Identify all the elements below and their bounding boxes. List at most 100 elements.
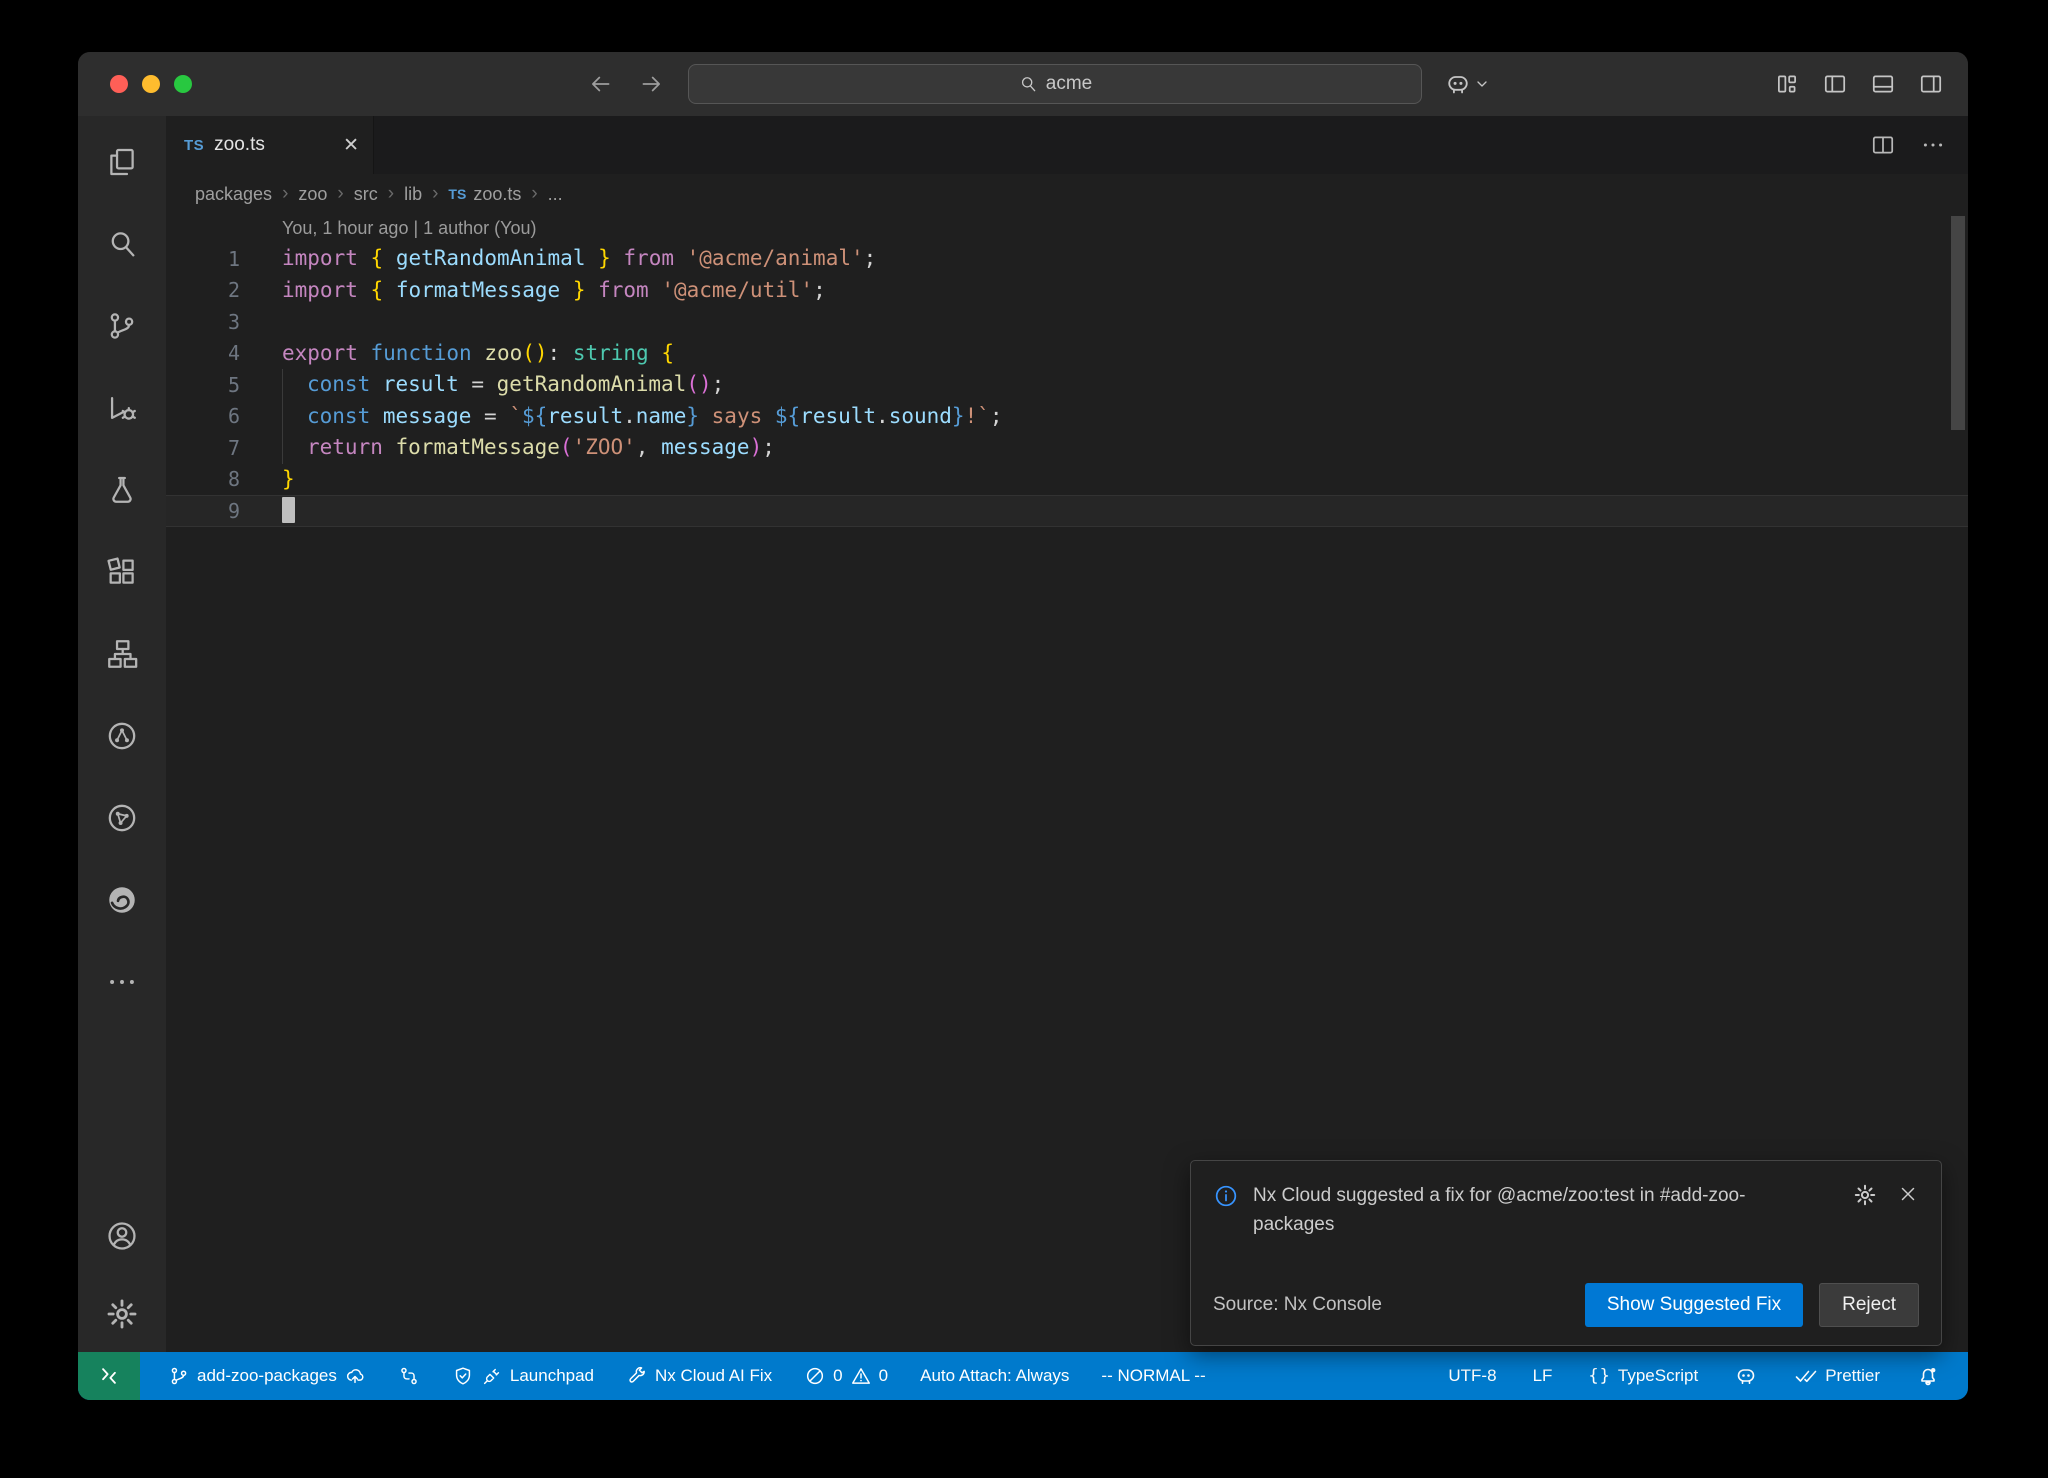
back-icon[interactable] (588, 71, 614, 97)
more-actions-icon[interactable] (1920, 132, 1946, 158)
extensions-icon (105, 555, 139, 589)
editor-line-3[interactable]: 3 (166, 306, 1968, 338)
layout-customize-icon[interactable] (1774, 71, 1800, 97)
nx-cloud-fix-item[interactable]: Nx Cloud AI Fix (622, 1352, 776, 1400)
forward-icon[interactable] (638, 71, 664, 97)
copilot-icon (1444, 70, 1472, 98)
activity-item-nx-cloud[interactable] (98, 794, 146, 842)
code-text (282, 495, 295, 527)
activity-item-more[interactable] (98, 958, 146, 1006)
tab-zoo-ts[interactable]: TS zoo.ts ✕ (166, 116, 374, 174)
indent-guide (282, 369, 307, 401)
language-mode-item[interactable]: {} TypeScript (1584, 1352, 1702, 1400)
activity-item-edge-tools[interactable] (98, 876, 146, 924)
traffic-lights (110, 75, 192, 93)
activity-item-explorer[interactable] (98, 138, 146, 186)
breadcrumb-separator: › (432, 183, 438, 205)
sidebar-right-icon[interactable] (1918, 71, 1944, 97)
more-icon (105, 965, 139, 999)
launchpad-item[interactable]: Launchpad (448, 1352, 598, 1400)
close-window-button[interactable] (110, 75, 128, 93)
code-text: export function zoo(): string { (282, 338, 674, 370)
editor-line-9[interactable]: 9 (166, 495, 1968, 527)
activity-item-nx-console[interactable] (98, 712, 146, 760)
error-icon (804, 1365, 826, 1387)
activity-item-settings[interactable] (98, 1290, 146, 1338)
editor-line-4[interactable]: 4 export function zoo(): string { (166, 338, 1968, 370)
editor-line-1[interactable]: 1import { getRandomAnimal } from '@acme/… (166, 243, 1968, 275)
editor-line-2[interactable]: 2import { formatMessage } from '@acme/ut… (166, 275, 1968, 307)
show-suggested-fix-button[interactable]: Show Suggested Fix (1585, 1283, 1803, 1327)
toast-source: Source: Nx Console (1213, 1294, 1382, 1316)
activity-item-extensions[interactable] (98, 548, 146, 596)
code-text: const message = `${result.name} says ${r… (282, 401, 1003, 433)
testing-icon (105, 473, 139, 507)
problems-item[interactable]: 0 0 (800, 1352, 892, 1400)
search-icon (105, 227, 139, 261)
split-editor-icon[interactable] (1870, 132, 1896, 158)
close-icon[interactable] (1897, 1183, 1919, 1205)
line-number: 6 (166, 404, 240, 428)
line-number: 4 (166, 341, 240, 365)
bell-icon (1916, 1364, 1940, 1388)
code-text: import { getRandomAnimal } from '@acme/a… (282, 243, 876, 275)
warning-count: 0 (879, 1366, 888, 1386)
reject-button[interactable]: Reject (1819, 1283, 1919, 1327)
activity-item-search[interactable] (98, 220, 146, 268)
activity-item-source-control[interactable] (98, 302, 146, 350)
plug-icon (481, 1365, 503, 1387)
edge-tools-icon (105, 883, 139, 917)
encoding-item[interactable]: UTF-8 (1444, 1352, 1500, 1400)
sidebar-left-icon[interactable] (1822, 71, 1848, 97)
warning-icon (850, 1365, 872, 1387)
activity-bar-bottom (98, 1212, 146, 1338)
breadcrumb-item--[interactable]: ... (548, 184, 563, 205)
typescript-file-icon: TS (448, 186, 466, 202)
source-control-icon (105, 309, 139, 343)
command-center-search[interactable]: acme (688, 64, 1422, 104)
zoom-window-button[interactable] (174, 75, 192, 93)
breadcrumb-item-zoo-ts[interactable]: TSzoo.ts (448, 184, 521, 205)
remote-indicator[interactable] (78, 1352, 140, 1400)
typescript-file-icon: TS (184, 137, 204, 154)
activity-item-account[interactable] (98, 1212, 146, 1260)
title-bar: acme (78, 52, 1968, 116)
code-text: } (282, 464, 295, 496)
git-compare-item[interactable] (394, 1352, 424, 1400)
close-tab-icon[interactable]: ✕ (343, 136, 359, 155)
editor-line-5[interactable]: 5const result = getRandomAnimal(); (166, 369, 1968, 401)
activity-bar-top (98, 138, 146, 1006)
copilot-icon (1734, 1364, 1758, 1388)
activity-item-type-hierarchy[interactable] (98, 630, 146, 678)
type-hierarchy-icon (105, 637, 139, 671)
activity-item-testing[interactable] (98, 466, 146, 514)
breadcrumb-item-src[interactable]: src (354, 184, 378, 205)
formatter-item[interactable]: Prettier (1790, 1352, 1884, 1400)
breadcrumb-item-zoo[interactable]: zoo (298, 184, 327, 205)
breadcrumb-item-lib[interactable]: lib (404, 184, 422, 205)
braces-icon: {} (1588, 1366, 1610, 1386)
eol-item[interactable]: LF (1529, 1352, 1557, 1400)
copilot-menu-button[interactable] (1444, 70, 1490, 98)
notifications-item[interactable] (1912, 1352, 1944, 1400)
editor-line-7[interactable]: 7return formatMessage('ZOO', message); (166, 432, 1968, 464)
git-branch-item[interactable]: add-zoo-packages (164, 1352, 370, 1400)
gear-icon[interactable] (1853, 1183, 1877, 1207)
chevron-down-icon (1474, 76, 1490, 92)
prettier-icon (1794, 1364, 1818, 1388)
editor-scrollbar[interactable] (1951, 216, 1965, 430)
vim-mode-item[interactable]: -- NORMAL -- (1097, 1352, 1209, 1400)
auto-attach-item[interactable]: Auto Attach: Always (916, 1352, 1073, 1400)
git-compare-icon (398, 1365, 420, 1387)
activity-item-run-debug[interactable] (98, 384, 146, 432)
panel-bottom-icon[interactable] (1870, 71, 1896, 97)
copilot-status-item[interactable] (1730, 1352, 1762, 1400)
editor-line-6[interactable]: 6 const message = `${result.name} says ${… (166, 401, 1968, 433)
status-bar-right: UTF-8 LF {} TypeScript Prettier (1444, 1352, 1968, 1400)
minimize-window-button[interactable] (142, 75, 160, 93)
code-text: const result = getRandomAnimal(); (282, 369, 724, 401)
editor-line-8[interactable]: 8} (166, 464, 1968, 496)
status-bar: add-zoo-packages Launchpad Nx Cloud AI F… (78, 1352, 1968, 1400)
nx-console-icon (105, 719, 139, 753)
breadcrumb-item-packages[interactable]: packages (195, 184, 272, 205)
